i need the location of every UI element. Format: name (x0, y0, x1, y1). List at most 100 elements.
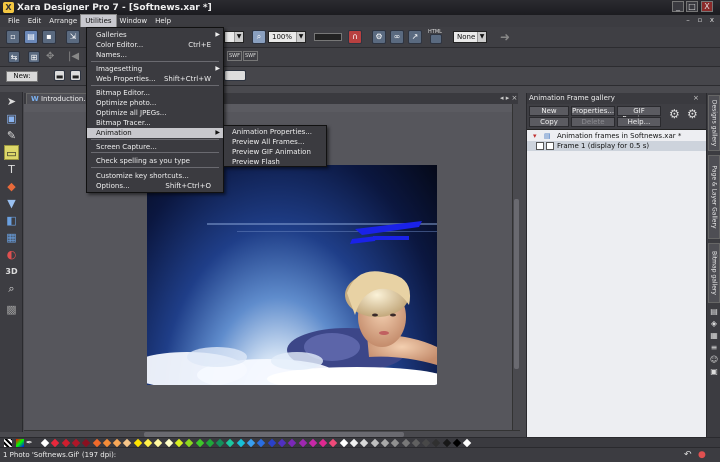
menu-arrange[interactable]: Arrange (45, 15, 81, 27)
bitmap-gallery-tab[interactable]: Bitmap gallery (708, 243, 720, 303)
blend-tool-icon[interactable]: ◐ (4, 247, 19, 262)
color-swatch[interactable] (133, 438, 142, 448)
photo-tool-icon[interactable]: ▣ (4, 111, 19, 126)
menu-item-galleries[interactable]: Galleries ▶ (87, 30, 223, 40)
menu-edit[interactable]: Edit (24, 15, 46, 27)
vertical-scroll-thumb[interactable] (514, 199, 519, 369)
new-frame-button[interactable]: New: (6, 71, 38, 82)
color-swatch[interactable] (380, 438, 390, 448)
close-button[interactable]: X (701, 1, 713, 12)
rectangle-tool-icon[interactable]: ▭ (4, 145, 19, 160)
align-icon[interactable]: ⇆ (8, 51, 20, 63)
color-swatch[interactable] (267, 438, 276, 448)
color-swatch[interactable] (287, 438, 297, 448)
color-swatch[interactable] (411, 438, 421, 448)
menu-item-bitmap-editor[interactable]: Bitmap Editor... (87, 88, 223, 98)
color-swatch[interactable] (246, 438, 256, 448)
doc-restore-button[interactable]: ▫ (695, 16, 705, 25)
hyperlink-icon[interactable]: ↗ (408, 30, 422, 44)
menu-utilities[interactable]: Utilities (80, 14, 117, 28)
color-gallery-icon[interactable]: ▤ (709, 307, 719, 316)
maximize-button[interactable]: □ (686, 1, 698, 12)
menu-window[interactable]: Window (116, 15, 152, 27)
fill-gallery-icon[interactable]: ◈ (709, 319, 719, 328)
zoom-dropdown-arrow[interactable]: ▼ (224, 31, 244, 43)
color-swatch[interactable] (71, 438, 81, 448)
submenu-item-preview-flash[interactable]: Preview Flash (224, 157, 326, 167)
transparency-tool-icon[interactable]: ▼ (4, 196, 19, 211)
color-swatch[interactable] (442, 438, 451, 448)
menu-help[interactable]: Help (151, 15, 175, 27)
vertical-scrollbar[interactable] (512, 104, 520, 430)
color-swatch[interactable] (318, 438, 328, 448)
gallery-options-icon[interactable]: ⚙ (669, 107, 680, 121)
html-export-icon[interactable] (430, 34, 442, 44)
color-swatch[interactable] (174, 438, 184, 448)
menu-item-color-editor[interactable]: Color Editor... Ctrl+E (87, 40, 223, 50)
zoom-combo[interactable]: 100% ▼ (268, 31, 306, 43)
selector-tool-icon[interactable]: ➤ (4, 94, 19, 109)
color-swatch[interactable] (401, 438, 410, 448)
color-swatch[interactable] (215, 438, 225, 448)
menu-item-optimize-photo[interactable]: Optimize photo... (87, 98, 223, 108)
freehand-tool-icon[interactable]: ✎ (4, 128, 19, 143)
color-swatch[interactable] (349, 438, 359, 448)
previous-icon[interactable]: |◀ (68, 51, 79, 62)
menu-item-optimize-all-jpegs[interactable]: Optimize all JPEGs... (87, 108, 223, 118)
smiley-icon[interactable]: ☺ (709, 355, 719, 364)
color-swatch[interactable] (421, 438, 431, 448)
color-swatch[interactable] (298, 438, 307, 448)
submenu-item-animation-properties[interactable]: Animation Properties... (224, 127, 326, 137)
menu-item-check-spelling-as-you-type[interactable]: Check spelling as you type (87, 156, 223, 166)
color-swatch[interactable] (92, 438, 101, 448)
color-swatch[interactable] (112, 438, 122, 448)
gallery-menu-icon[interactable]: ⚙ (687, 107, 698, 121)
quality-slider[interactable] (314, 33, 342, 41)
bevel-tool-icon[interactable]: ▦ (4, 230, 19, 245)
color-swatch[interactable] (184, 438, 194, 448)
menu-item-names[interactable]: Names... (87, 50, 223, 60)
color-swatch[interactable] (339, 438, 348, 448)
color-swatch[interactable] (370, 438, 379, 448)
designs-gallery-tab[interactable]: Designs gallery (708, 95, 720, 151)
menu-item-screen-capture[interactable]: Screen Capture... (87, 142, 223, 152)
menu-item-bitmap-tracer[interactable]: Bitmap Tracer... (87, 118, 223, 128)
new-frame-gallery-button[interactable]: New (529, 106, 569, 116)
color-swatch[interactable] (257, 438, 266, 448)
arrange-icon[interactable]: ⊞ (28, 51, 40, 63)
forward-arrow-icon[interactable]: ➜ (500, 30, 510, 44)
document-tab-nav-icon[interactable]: ◂ ▸ × (500, 93, 517, 104)
shadow-tool-icon[interactable]: ◧ (4, 213, 19, 228)
color-swatch[interactable] (102, 438, 112, 448)
menu-item-customize-key-shortcuts[interactable]: Customize key shortcuts... (87, 171, 223, 181)
zoom-tool-icon[interactable]: ⌕ (252, 30, 266, 44)
menu-item-options[interactable]: Options... Shift+Ctrl+O (87, 181, 223, 191)
frame-option-icon-2[interactable]: ▬ (70, 70, 81, 81)
submenu-item-preview-all-frames[interactable]: Preview All Frames... (224, 137, 326, 147)
color-swatch[interactable] (390, 438, 400, 448)
color-swatch[interactable] (61, 438, 70, 448)
color-swatch[interactable] (154, 438, 163, 448)
open-document-icon[interactable]: ▤ (24, 30, 38, 44)
color-swatch[interactable] (329, 438, 338, 448)
color-swatch[interactable] (81, 438, 91, 448)
link-icon[interactable]: ∞ (390, 30, 404, 44)
push-tool-icon[interactable]: ▩ (4, 302, 19, 317)
submenu-item-preview-gif-animation[interactable]: Preview GIF Animation (224, 147, 326, 157)
color-swatch[interactable] (432, 438, 441, 448)
color-swatch[interactable] (40, 438, 50, 448)
color-swatch[interactable] (164, 438, 173, 448)
zoom-tool-icon-left[interactable]: ⌕ (4, 281, 19, 296)
move-icon[interactable]: ✥ (46, 51, 54, 62)
alert-status-icon[interactable]: ● (698, 450, 706, 460)
color-swatch[interactable] (143, 438, 153, 448)
save-document-icon[interactable]: ▪ (42, 30, 56, 44)
color-swatch[interactable] (123, 438, 132, 448)
color-swatch[interactable] (277, 438, 287, 448)
color-swatch[interactable] (463, 438, 472, 448)
import-icon[interactable]: ⇲ (66, 30, 80, 44)
color-swatch[interactable] (205, 438, 215, 448)
web-properties-icon[interactable]: ⚙ (372, 30, 386, 44)
menu-item-animation[interactable]: Animation ▶ (87, 128, 223, 138)
color-swatch[interactable] (226, 438, 235, 448)
